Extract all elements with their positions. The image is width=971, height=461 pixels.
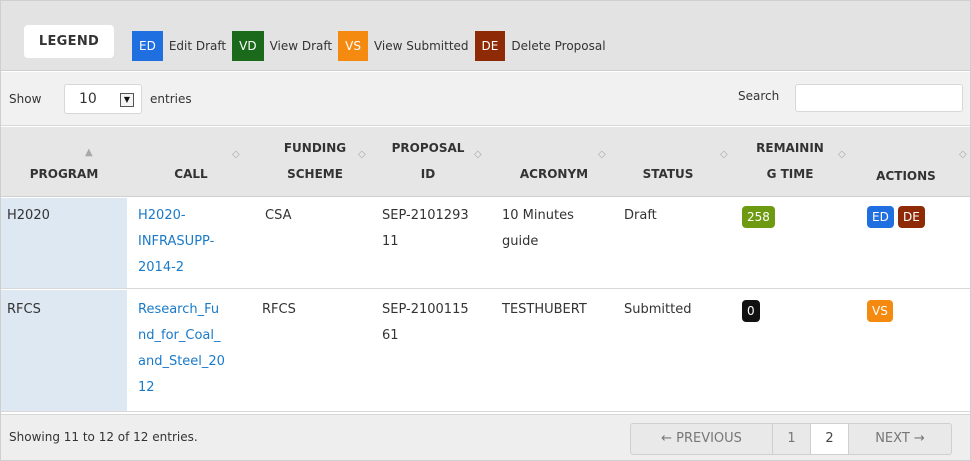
call-line: 2014-2: [138, 260, 185, 275]
entries-info: Showing 11 to 12 of 12 entries.: [9, 430, 198, 444]
legend-label: View Submitted: [373, 39, 469, 53]
legend-item-view-submitted: VS View Submitted: [338, 31, 469, 61]
actions-cell: VS: [867, 300, 893, 322]
column-header-funding-line2[interactable]: SCHEME: [255, 161, 375, 187]
proposal-id-cell: SEP-2101293 11: [382, 203, 469, 255]
proposal-id-line: 61: [382, 328, 399, 343]
sort-icon[interactable]: ◇: [720, 149, 728, 160]
view-submitted-badge: VS: [338, 31, 368, 61]
legend-bar: LEGEND ED Edit Draft VD View Draft VS Vi…: [1, 1, 970, 71]
proposal-id-line: SEP-2101293: [382, 208, 469, 223]
entries-label: entries: [150, 92, 192, 106]
chevron-down-icon[interactable]: ▼: [120, 93, 134, 107]
proposal-id-cell: SEP-2100115 61: [382, 297, 469, 349]
status-cell: Draft: [624, 208, 657, 223]
column-header-remaining-line2[interactable]: G TIME: [735, 161, 845, 187]
proposal-id-line: 11: [382, 234, 399, 249]
previous-button[interactable]: ← PREVIOUS: [631, 424, 773, 454]
table-row: RFCS Research_Fu nd_for_Coal_ and_Steel_…: [1, 290, 970, 412]
next-button[interactable]: NEXT →: [849, 424, 951, 454]
search-label: Search: [738, 89, 780, 103]
acronym-line: guide: [502, 234, 539, 249]
page-2-button[interactable]: 2: [811, 424, 849, 454]
proposal-id-line: SEP-2100115: [382, 302, 469, 317]
edit-draft-button[interactable]: ED: [867, 206, 894, 228]
table-controls: Show 10 ▼ entries Search: [1, 72, 970, 126]
sort-icon[interactable]: ◇: [358, 149, 366, 160]
funding-cell: CSA: [265, 208, 292, 223]
page-size-value: 10: [79, 91, 97, 107]
sort-icon[interactable]: ◇: [959, 149, 967, 160]
call-line: Research_Fu: [138, 302, 220, 317]
call-line: INFRASUPP-: [138, 234, 215, 249]
view-submitted-button[interactable]: VS: [867, 300, 893, 322]
legend-label: View Draft: [269, 39, 333, 53]
legend-item-view-draft: VD View Draft: [232, 31, 332, 61]
call-link[interactable]: Research_Fu nd_for_Coal_ and_Steel_20 12: [138, 297, 225, 401]
table-header: PROGRAM ▲ CALL ◇ FUNDING SCHEME ◇ PROPOS…: [1, 127, 970, 197]
legend-item-edit-draft: ED Edit Draft: [132, 31, 226, 61]
funding-cell: RFCS: [262, 302, 296, 317]
call-line: 12: [138, 380, 155, 395]
show-label: Show: [9, 92, 42, 106]
program-cell: RFCS: [7, 302, 41, 317]
view-draft-badge: VD: [232, 31, 264, 61]
legend-title: LEGEND: [24, 25, 114, 58]
delete-proposal-button[interactable]: DE: [897, 206, 925, 228]
legend-item-delete-proposal: DE Delete Proposal: [474, 31, 606, 61]
column-header-call[interactable]: CALL: [127, 161, 255, 187]
search-input[interactable]: [795, 84, 963, 112]
sort-icon[interactable]: ◇: [838, 149, 846, 160]
remaining-time-badge: 0: [742, 300, 760, 322]
call-line: nd_for_Coal_: [138, 328, 221, 343]
sort-icon[interactable]: ◇: [474, 149, 482, 160]
acronym-cell: TESTHUBERT: [502, 297, 587, 323]
remaining-time-cell: 258: [742, 206, 775, 228]
acronym-line: 10 Minutes: [502, 208, 574, 223]
column-header-remaining-line1[interactable]: REMAININ: [735, 135, 845, 161]
edit-draft-badge: ED: [132, 31, 163, 61]
column-header-proposal-line1[interactable]: PROPOSAL: [375, 135, 481, 161]
actions-cell: ED DE: [867, 206, 925, 228]
sort-asc-icon[interactable]: ▲: [85, 147, 93, 158]
sort-icon[interactable]: ◇: [598, 149, 606, 160]
page-1-button[interactable]: 1: [773, 424, 811, 454]
remaining-time-cell: 0: [742, 300, 760, 322]
table-footer: Showing 11 to 12 of 12 entries. ← PREVIO…: [1, 414, 970, 460]
legend-label: Edit Draft: [168, 39, 227, 53]
acronym-line: TESTHUBERT: [502, 302, 587, 317]
column-header-actions[interactable]: ACTIONS: [851, 163, 961, 189]
call-link[interactable]: H2020- INFRASUPP- 2014-2: [138, 203, 214, 281]
sort-icon[interactable]: ◇: [232, 149, 240, 160]
call-line: H2020-: [138, 208, 186, 223]
column-header-funding-line1[interactable]: FUNDING: [255, 135, 375, 161]
acronym-cell: 10 Minutes guide: [502, 203, 574, 255]
status-cell: Submitted: [624, 302, 692, 317]
pagination: ← PREVIOUS 1 2 NEXT →: [630, 423, 952, 455]
table-row: H2020 H2020- INFRASUPP- 2014-2 CSA SEP-2…: [1, 198, 970, 289]
delete-proposal-badge: DE: [474, 31, 506, 61]
page-size-select[interactable]: 10 ▼: [64, 84, 142, 114]
column-header-acronym[interactable]: ACRONYM: [496, 161, 612, 187]
column-header-proposal-line2[interactable]: ID: [375, 161, 481, 187]
program-cell: H2020: [7, 208, 50, 223]
remaining-time-badge: 258: [742, 206, 775, 228]
call-line: and_Steel_20: [138, 354, 225, 369]
column-header-program[interactable]: PROGRAM: [1, 161, 127, 187]
column-header-status[interactable]: STATUS: [612, 161, 724, 187]
legend-label: Delete Proposal: [511, 39, 606, 53]
legend-items: ED Edit Draft VD View Draft VS View Subm…: [132, 31, 612, 61]
